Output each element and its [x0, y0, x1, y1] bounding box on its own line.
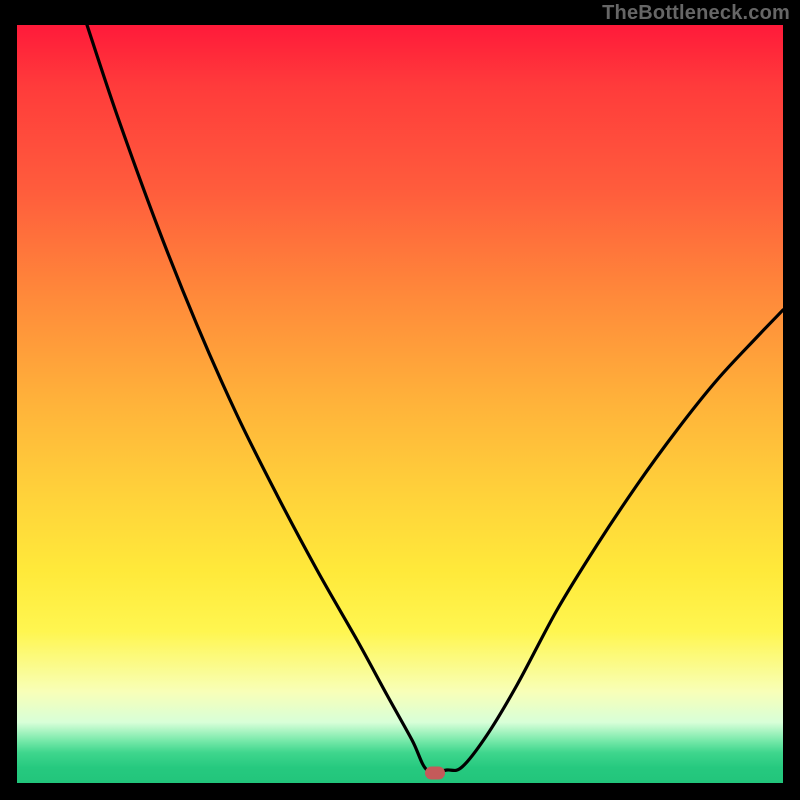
curve-svg: [17, 25, 783, 783]
optimum-marker: [425, 767, 445, 780]
watermark-text: TheBottleneck.com: [602, 2, 790, 25]
plot-area: [17, 25, 783, 783]
chart-frame: TheBottleneck.com: [0, 0, 800, 800]
bottleneck-curve-path: [87, 25, 783, 772]
